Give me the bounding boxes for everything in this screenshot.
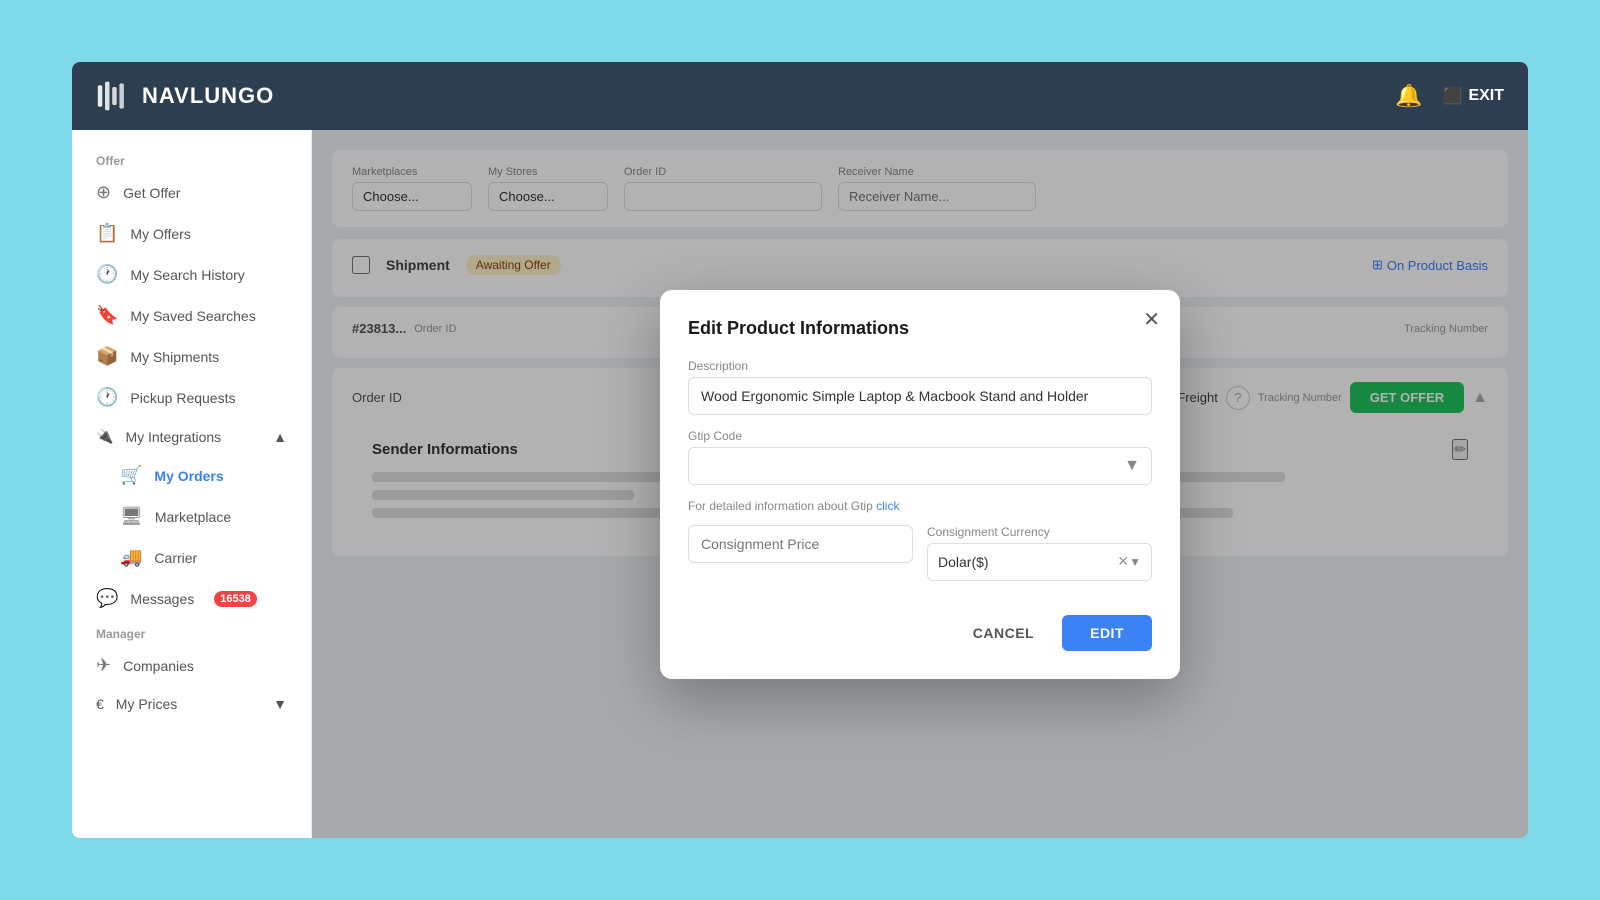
- modal-overlay[interactable]: Edit Product Informations ✕ Description …: [312, 130, 1528, 838]
- gtip-select-wrapper: ▼: [688, 447, 1152, 485]
- sidebar-item-companies[interactable]: ✈ Companies: [72, 645, 311, 686]
- gtip-hint-link[interactable]: click: [876, 499, 899, 513]
- modal-actions: CANCEL EDIT: [688, 615, 1152, 651]
- description-input[interactable]: [688, 377, 1152, 415]
- exit-button[interactable]: ⬛ EXIT: [1443, 86, 1504, 106]
- integrations-icon: 🔌: [96, 428, 113, 445]
- exit-icon: ⬛: [1443, 86, 1463, 106]
- currency-wrapper: Dolar($) ✕ ▼: [927, 543, 1152, 581]
- sidebar-item-pickup-requests[interactable]: 🕐 Pickup Requests: [72, 377, 311, 418]
- sidebar-item-my-search-history[interactable]: 🕐 My Search History: [72, 254, 311, 295]
- pickup-icon: 🕐: [96, 387, 118, 408]
- header: NAVLUNGO 🔔 ⬛ EXIT: [72, 62, 1528, 130]
- list-icon: 📋: [96, 223, 118, 244]
- modal-close-button[interactable]: ✕: [1143, 310, 1160, 330]
- sidebar-item-marketplace[interactable]: 🖥 Marketplace: [72, 496, 311, 537]
- currency-clear-button[interactable]: ✕: [1117, 553, 1129, 570]
- plane-icon: ✈: [96, 655, 111, 676]
- sidebar-item-my-offers[interactable]: 📋 My Offers: [72, 213, 311, 254]
- sidebar-item-my-prices[interactable]: € My Prices ▼: [72, 686, 311, 722]
- box-icon: 📦: [96, 346, 118, 367]
- edit-button[interactable]: EDIT: [1062, 615, 1152, 651]
- currency-value: Dolar($): [938, 544, 1117, 580]
- cancel-button[interactable]: CANCEL: [957, 615, 1050, 651]
- truck-icon: 🚚: [120, 547, 142, 568]
- consignment-fields: Consignment Currency Dolar($) ✕ ▼: [688, 525, 1152, 595]
- sidebar-item-my-shipments[interactable]: 📦 My Shipments: [72, 336, 311, 377]
- sidebar-item-my-saved-searches[interactable]: 🔖 My Saved Searches: [72, 295, 311, 336]
- cart-icon: 🛒: [120, 465, 142, 486]
- header-right: 🔔 ⬛ EXIT: [1395, 83, 1504, 109]
- sidebar-item-my-orders[interactable]: 🛒 My Orders: [72, 455, 311, 496]
- sidebar-item-my-integrations[interactable]: 🔌 My Integrations ▲: [72, 418, 311, 455]
- messages-badge: 16538: [214, 591, 257, 607]
- consignment-price-field: [688, 525, 913, 581]
- consignment-price-input[interactable]: [688, 525, 913, 563]
- modal-title: Edit Product Informations: [688, 318, 1152, 339]
- plus-circle-icon: ⊕: [96, 182, 111, 203]
- chevron-down-icon: ▼: [273, 696, 287, 712]
- sidebar-item-get-offer[interactable]: ⊕ Get Offer: [72, 172, 311, 213]
- logo-text: NAVLUNGO: [142, 83, 274, 109]
- content-area: Marketplaces Choose... My Stores Choose.…: [312, 130, 1528, 838]
- sidebar-item-carrier[interactable]: 🚚 Carrier: [72, 537, 311, 578]
- consignment-currency-field: Consignment Currency Dolar($) ✕ ▼: [927, 525, 1152, 581]
- sidebar-item-messages[interactable]: 💬 Messages 16538: [72, 578, 311, 619]
- euro-icon: €: [96, 696, 104, 712]
- notification-bell[interactable]: 🔔: [1395, 83, 1422, 109]
- sidebar: Offer ⊕ Get Offer 📋 My Offers 🕐 My Searc…: [72, 130, 312, 838]
- offer-section-label: Offer: [72, 146, 311, 172]
- monitor-icon: 🖥: [120, 506, 143, 527]
- logo: NAVLUNGO: [96, 78, 274, 114]
- main-layout: Offer ⊕ Get Offer 📋 My Offers 🕐 My Searc…: [72, 130, 1528, 838]
- currency-chevron-icon: ▼: [1129, 555, 1141, 569]
- chat-icon: 💬: [96, 588, 118, 609]
- chevron-up-icon: ▲: [273, 429, 287, 445]
- description-label: Description: [688, 359, 1152, 373]
- gtip-code-select[interactable]: [688, 447, 1152, 485]
- bookmark-icon: 🔖: [96, 305, 118, 326]
- gtip-code-field: Gtip Code ▼: [688, 429, 1152, 485]
- clock-icon: 🕐: [96, 264, 118, 285]
- consignment-currency-label: Consignment Currency: [927, 525, 1152, 539]
- gtip-hint-text: For detailed information about Gtip clic…: [688, 499, 1152, 513]
- description-field: Description: [688, 359, 1152, 415]
- edit-product-modal: Edit Product Informations ✕ Description …: [660, 290, 1180, 679]
- manager-section-label: Manager: [72, 619, 311, 645]
- gtip-code-label: Gtip Code: [688, 429, 1152, 443]
